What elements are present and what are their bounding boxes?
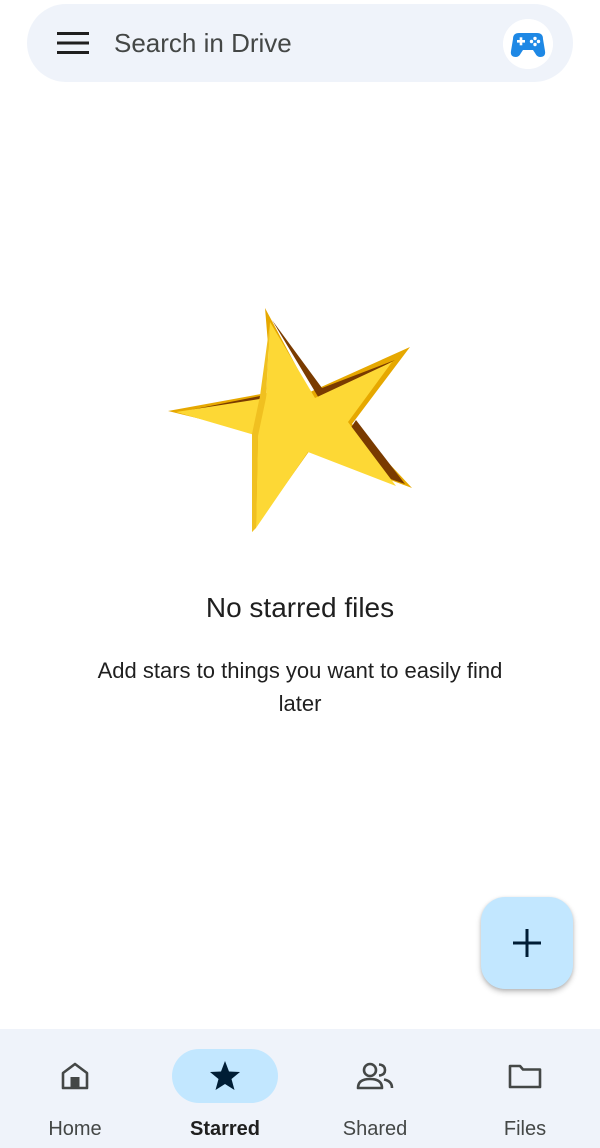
nav-label-starred: Starred [189, 1118, 261, 1140]
drive-starred-screen: Search in Drive No starred files Add sta… [0, 0, 600, 1148]
people-icon [356, 1062, 394, 1090]
home-icon [61, 1062, 89, 1090]
account-avatar[interactable] [503, 19, 553, 69]
nav-item-home[interactable]: Home [0, 1029, 150, 1148]
nav-item-shared[interactable]: Shared [300, 1029, 450, 1148]
game-controller-avatar-icon [503, 19, 553, 69]
nav-item-starred[interactable]: Starred [150, 1029, 300, 1148]
menu-button[interactable] [49, 23, 97, 63]
nav-item-files[interactable]: Files [450, 1029, 600, 1148]
nav-pill-shared[interactable] [322, 1049, 428, 1103]
search-placeholder[interactable]: Search in Drive [114, 26, 292, 60]
search-bar[interactable]: Search in Drive [27, 4, 573, 82]
nav-label-home: Home [48, 1118, 102, 1140]
menu-icon [57, 32, 89, 54]
plus-icon [513, 929, 541, 957]
bottom-navigation: Home Starred Shared Files [0, 1029, 600, 1148]
new-button[interactable] [481, 897, 573, 989]
empty-state-title: No starred files [205, 592, 395, 623]
empty-state-illustration [160, 300, 420, 540]
gold-star-illustration-icon [168, 308, 412, 532]
folder-icon [508, 1064, 542, 1089]
star-icon [210, 1061, 240, 1090]
nav-label-files: Files [503, 1118, 547, 1140]
nav-pill-files[interactable] [472, 1049, 578, 1103]
empty-state-subtitle: Add stars to things you want to easily f… [97, 658, 503, 716]
nav-pill-starred[interactable] [172, 1049, 278, 1103]
nav-label-shared: Shared [342, 1118, 408, 1140]
nav-pill-home[interactable] [22, 1049, 128, 1103]
